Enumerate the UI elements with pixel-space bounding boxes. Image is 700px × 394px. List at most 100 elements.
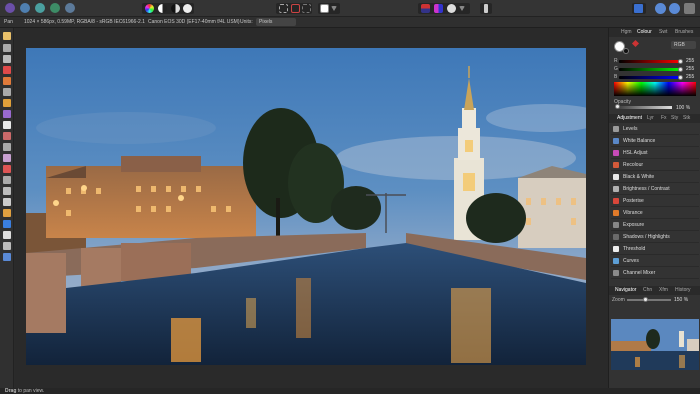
dodge-brush-icon[interactable] [3, 143, 11, 151]
adjustment-icon [613, 138, 619, 144]
erase-brush-icon[interactable] [3, 132, 11, 140]
blue-track[interactable] [619, 76, 681, 79]
adjustment-item[interactable]: Vibrance [611, 208, 699, 219]
paint-brush-icon[interactable] [3, 121, 11, 129]
flood-fill-icon[interactable] [3, 99, 11, 107]
green-value[interactable]: 255 [686, 66, 694, 72]
shape-tool-icon[interactable] [3, 220, 11, 228]
tab-styles[interactable]: Sty [671, 115, 678, 121]
blue-value[interactable]: 255 [686, 74, 694, 80]
tab-history[interactable]: History [675, 287, 691, 293]
adjustment-item[interactable]: Channel Mixer [611, 268, 699, 279]
move-tool-icon[interactable] [3, 44, 11, 52]
photo-persona-icon[interactable] [5, 3, 15, 13]
crop-tool-icon[interactable] [3, 55, 11, 63]
adjustment-item[interactable]: Curves [611, 256, 699, 267]
select-all-icon[interactable] [279, 4, 288, 13]
settings-icon[interactable] [684, 3, 695, 14]
red-eye-icon[interactable] [3, 176, 11, 184]
zoom-value[interactable]: 150 % [674, 297, 688, 303]
black-white-icon[interactable] [171, 4, 180, 13]
green-knob[interactable] [678, 67, 683, 72]
tab-channels[interactable]: Chn [643, 287, 652, 293]
tab-colour[interactable]: Colour [637, 29, 652, 35]
adjustment-item[interactable]: Recolour [611, 160, 699, 171]
colour-wheel-icon[interactable] [145, 4, 154, 13]
adjustment-item[interactable]: White Balance [611, 136, 699, 147]
canvas-area[interactable] [15, 28, 608, 388]
export-persona-icon[interactable] [65, 3, 75, 13]
blue-slider[interactable]: B 255 [614, 74, 698, 80]
tab-swatches[interactable]: Swt [659, 29, 667, 35]
navigator-thumbnail[interactable] [611, 319, 699, 370]
assistant-icon[interactable] [484, 4, 488, 13]
adjustment-item[interactable]: Shadows / Highlights [611, 232, 699, 243]
tab-effects[interactable]: Fx [661, 115, 667, 121]
secondary-colour-swatch[interactable] [623, 48, 629, 54]
adjustment-item[interactable]: HSL Adjust [611, 148, 699, 159]
units-select[interactable]: Pixels [256, 18, 296, 26]
split-view-icon[interactable] [434, 4, 443, 13]
spectrum-picker[interactable] [614, 82, 696, 96]
adjustment-item[interactable]: Threshold [611, 244, 699, 255]
blemish-removal-icon[interactable] [3, 165, 11, 173]
no-colour-icon[interactable] [631, 39, 640, 48]
before-after-icon[interactable] [421, 4, 430, 13]
green-slider[interactable]: G 255 [614, 66, 698, 72]
red-track[interactable] [619, 60, 681, 63]
colour-picker-icon[interactable] [3, 242, 11, 250]
tab-navigator[interactable]: Navigator [615, 287, 636, 293]
tab-transform[interactable]: Xfm [659, 287, 668, 293]
chevron-down-icon[interactable] [459, 6, 465, 11]
adjustment-item[interactable]: Brightness / Contrast [611, 184, 699, 195]
opacity-value[interactable]: 100 % [676, 105, 690, 111]
zoom-knob[interactable] [643, 297, 648, 302]
contrast-icon[interactable] [158, 4, 167, 13]
adjustment-item[interactable]: Posterise [611, 196, 699, 207]
tab-stock[interactable]: Stk [683, 115, 690, 121]
opacity-knob[interactable] [615, 104, 620, 109]
pen-tool-icon[interactable] [3, 198, 11, 206]
marquee-tool-icon[interactable] [3, 88, 11, 96]
pencil-tool-icon[interactable] [3, 209, 11, 217]
develop-persona-icon[interactable] [35, 3, 45, 13]
clone-brush-icon[interactable] [3, 154, 11, 162]
quick-mask-icon[interactable] [320, 4, 329, 13]
studio-panels-icon[interactable] [634, 4, 643, 13]
text-tool-icon[interactable] [3, 231, 11, 239]
chat-icon[interactable] [669, 3, 680, 14]
zoom-slider[interactable] [627, 299, 671, 301]
adjustment-item[interactable]: Exposure [611, 220, 699, 231]
zoom-label: Zoom [612, 297, 625, 303]
colour-mode-select[interactable]: RGB [671, 41, 696, 49]
tone-mapping-persona-icon[interactable] [50, 3, 60, 13]
share-icon[interactable] [655, 3, 666, 14]
white-balance-icon[interactable] [183, 4, 192, 13]
liquify-persona-icon[interactable] [20, 3, 30, 13]
red-value[interactable]: 255 [686, 58, 694, 64]
zoom-tool-icon[interactable] [3, 253, 11, 261]
pick-colour-icon[interactable] [447, 4, 456, 13]
tab-layers[interactable]: Lyr [647, 115, 654, 121]
selection-brush-icon[interactable] [3, 66, 11, 74]
blue-knob[interactable] [678, 75, 683, 80]
adjustment-item[interactable]: Black & White [611, 172, 699, 183]
tab-adjustment[interactable]: Adjustment [617, 115, 642, 121]
red-label: R [614, 58, 618, 64]
document-photo[interactable] [26, 48, 586, 365]
green-track[interactable] [619, 68, 681, 71]
smudge-brush-icon[interactable] [3, 187, 11, 195]
tab-histogram[interactable]: Hgm [621, 29, 632, 35]
hand-tool-icon[interactable] [3, 32, 11, 40]
invert-selection-icon[interactable] [302, 4, 311, 13]
red-slider[interactable]: R 255 [614, 58, 698, 64]
deselect-icon[interactable] [291, 4, 300, 13]
opacity-slider[interactable] [614, 106, 672, 109]
tab-brushes[interactable]: Brushes [675, 29, 693, 35]
gradient-tool-icon[interactable] [3, 110, 11, 118]
chevron-down-icon[interactable] [331, 6, 337, 11]
adjustment-label: Brightness / Contrast [623, 186, 670, 192]
adjustment-item[interactable]: Levels [611, 124, 699, 135]
flood-select-icon[interactable] [3, 77, 11, 85]
red-knob[interactable] [678, 59, 683, 64]
